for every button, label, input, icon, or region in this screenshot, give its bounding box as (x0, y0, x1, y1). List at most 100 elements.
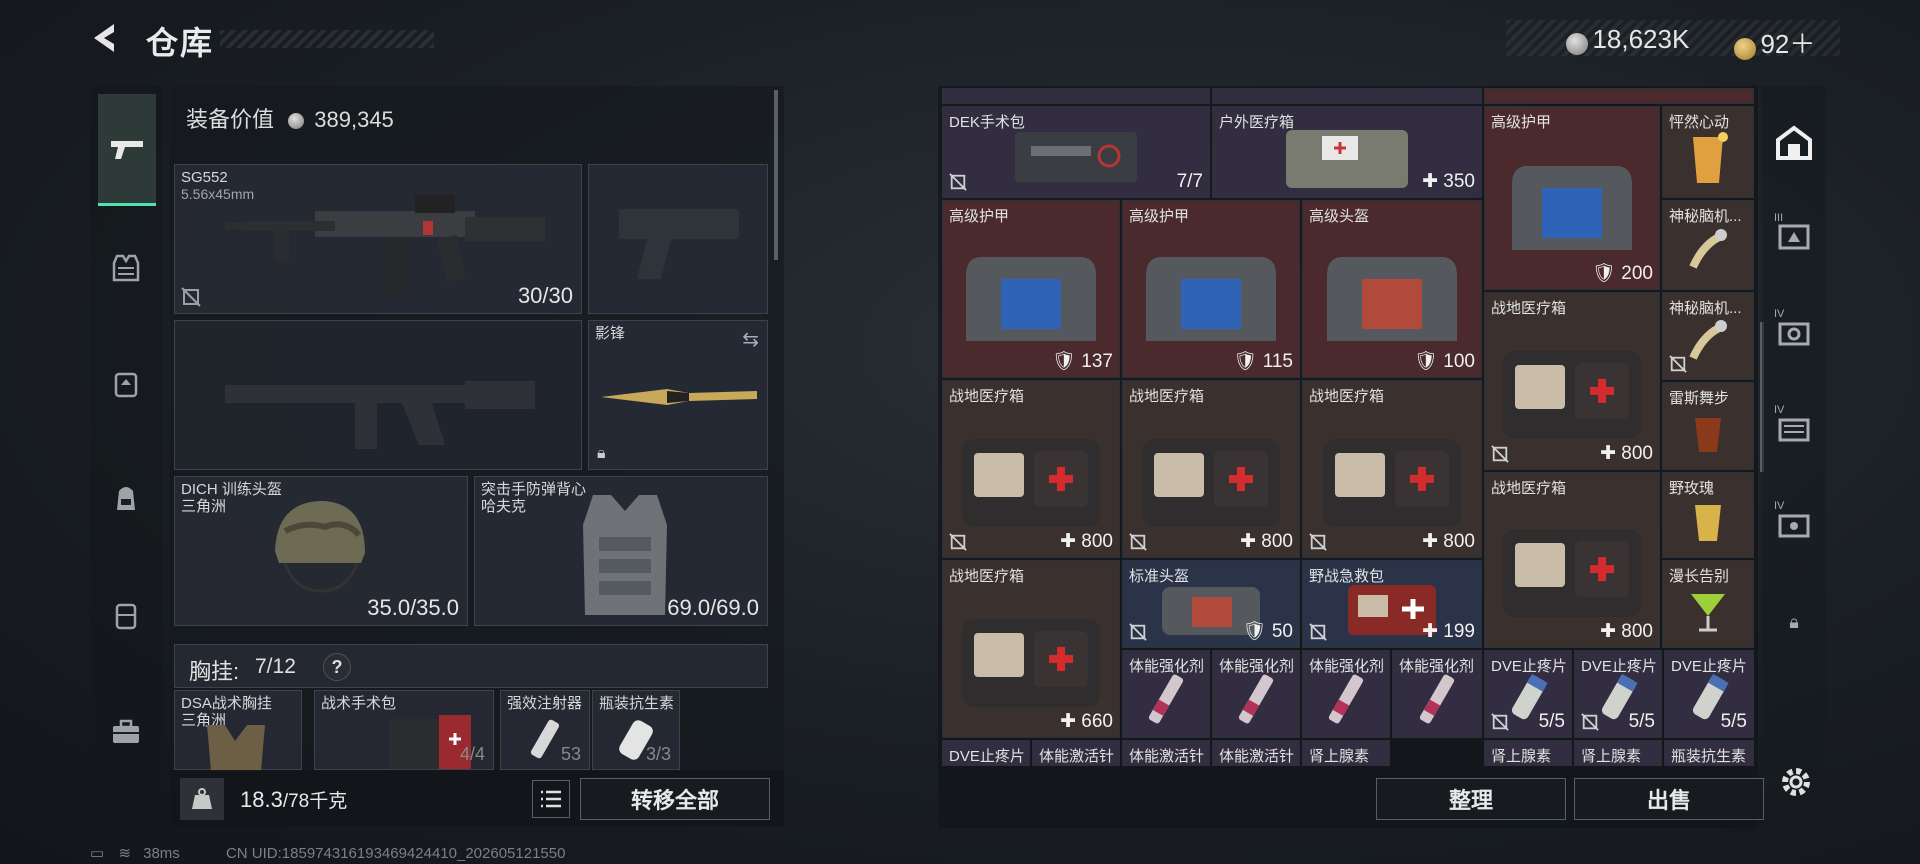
swap-icon[interactable]: ⇆ (742, 327, 759, 352)
storage-item[interactable]: 体能强化剂 (1302, 650, 1390, 738)
nav-armor[interactable] (98, 356, 154, 412)
armor-bag-image (1146, 256, 1276, 341)
slot-melee[interactable]: 影锋 ⇆ 🔒︎ (588, 320, 768, 470)
settings-icon[interactable] (1776, 762, 1816, 802)
storage-item[interactable]: 神秘脑机... (1662, 292, 1754, 380)
storage-item[interactable]: 瓶装抗生素 (1664, 740, 1754, 766)
storage-item[interactable]: 战地医疗箱 ✚ 800 (1484, 292, 1660, 470)
storage-item[interactable]: 体能强化剂 (1392, 650, 1482, 738)
storage-item[interactable]: DVE止疼片 5/5 (1574, 650, 1662, 738)
pistol-silhouette (619, 209, 739, 279)
uid-text: CN UID:18597431619346942441​0_2026051215… (225, 845, 566, 862)
storage-item[interactable]: 肾上腺素 (1484, 740, 1572, 766)
storage-item[interactable]: DEK手术包 7/7 (942, 106, 1210, 198)
item-value: 50 (1271, 621, 1293, 642)
loadout-scrollbar[interactable] (774, 90, 778, 260)
case-iv-3-icon[interactable]: IV (1774, 500, 1814, 544)
armor-bag-image (1512, 165, 1632, 250)
nav-toolbox[interactable] (98, 704, 154, 760)
item-label: 高级护甲 (949, 208, 1010, 225)
status-bar: ▭ ≋ 38ms CN UID:18597431619346942441​0_2… (90, 844, 565, 862)
storage-item[interactable]: 野战急救包 ✚ 199 (1302, 560, 1482, 648)
chest-item-surgery-kit[interactable]: 战术手术包 4/4 (314, 690, 494, 770)
title-decoration (220, 30, 434, 48)
silver-amount: 18,623K (1592, 24, 1690, 54)
storage-item[interactable]: 野玫瑰 (1662, 472, 1754, 558)
slot-secondary-weapon[interactable] (174, 320, 582, 470)
item-label: 瓶装抗生素 (1671, 748, 1747, 765)
storage-item[interactable]: DVE止疼片 (942, 740, 1030, 766)
storage-item[interactable]: 标准头盔 🛡︎ 50 (1122, 560, 1300, 648)
storage-item[interactable]: 高级护甲 🛡︎ 115 (1122, 200, 1300, 378)
storage-item[interactable]: 体能激活针 (1122, 740, 1210, 766)
nav-backpack[interactable] (98, 470, 154, 526)
chest-item-injector[interactable]: 强效注射器 53 (500, 690, 590, 770)
storage-item[interactable]: 战地医疗箱 ✚ 660 (942, 560, 1120, 738)
storage-cell-partial[interactable] (1484, 88, 1754, 104)
storage-item[interactable]: 体能强化剂 (1212, 650, 1300, 738)
item-value: 137 (1081, 351, 1113, 372)
storage-item[interactable]: 高级头盔 🛡︎ 100 (1302, 200, 1482, 378)
chest-item-name: 战术手术包 (321, 695, 397, 712)
chest-item-rig[interactable]: DSA战术胸挂 三角洲 (174, 690, 302, 771)
storage-item[interactable]: 户外医疗箱 ✚ 350 (1212, 106, 1482, 198)
storage-item[interactable]: DVE止疼片 5/5 (1664, 650, 1754, 738)
item-label: 肾上腺素 (1491, 748, 1552, 765)
nav-vest[interactable] (98, 240, 154, 296)
storage-item[interactable]: 雷斯舞步 (1662, 382, 1754, 470)
case-iv-2-icon[interactable]: IV (1774, 404, 1814, 448)
wifi-icon: ≋ (118, 845, 131, 862)
storage-item[interactable]: 高级护甲 🛡︎ 200 (1484, 106, 1660, 290)
equipment-value-label: 装备价值 (186, 107, 275, 132)
storage-cell-partial[interactable] (1212, 88, 1482, 104)
storage-item[interactable]: 战地医疗箱 ✚ 800 (1484, 472, 1660, 648)
item-label: 战地医疗箱 (1491, 300, 1567, 317)
item-value: 350 (1443, 171, 1475, 192)
slot-pistol[interactable] (588, 164, 768, 314)
storage-cell-partial[interactable] (942, 88, 1210, 104)
lock-icon: 🔒︎ (1789, 611, 1799, 632)
chest-rig-header: 胸挂: 7/12 ? (174, 644, 768, 688)
no-sale-icon (1309, 623, 1327, 641)
case-iv-icon[interactable]: IV (1774, 308, 1814, 352)
slot-helmet[interactable]: DICH 训练头盔 三角洲 35.0/35.0 (174, 476, 468, 626)
no-sale-icon (1129, 623, 1147, 641)
no-sale-icon (1491, 713, 1509, 731)
sell-button[interactable]: 出售 (1574, 778, 1764, 820)
gold-coin-icon (1734, 37, 1756, 60)
slot-armor[interactable]: 突击手防弹背心 哈夫克 69.0/69.0 (474, 476, 768, 626)
slot-primary-weapon[interactable]: SG552 5.56x45mm 30/30 (174, 164, 582, 314)
item-label: 高级头盔 (1309, 208, 1370, 225)
storage-item[interactable]: 高级护甲 🛡︎ 137 (942, 200, 1120, 378)
currency-gold[interactable]: 92＋ (1734, 24, 1815, 61)
item-label: 战地医疗箱 (949, 568, 1025, 585)
storage-item[interactable]: 体能激活针 (1032, 740, 1120, 766)
case-iii-icon[interactable]: III (1774, 212, 1814, 256)
nav-case[interactable] (98, 588, 154, 644)
storage-item[interactable]: 肾上腺素 (1302, 740, 1390, 766)
storage-item[interactable]: DVE止疼片 5/5 (1484, 650, 1572, 738)
heal-plus-icon: ✚ (1240, 531, 1262, 552)
list-view-button[interactable] (532, 780, 570, 818)
storage-icon[interactable] (1774, 122, 1814, 162)
storage-item[interactable]: 体能激活针 (1212, 740, 1300, 766)
chest-rig-label: 胸挂: (189, 659, 240, 684)
storage-item[interactable]: 战地医疗箱 ✚ 800 (1302, 380, 1482, 558)
tidy-button[interactable]: 整理 (1376, 778, 1566, 820)
storage-item[interactable]: 战地医疗箱 ✚ 800 (1122, 380, 1300, 558)
storage-item[interactable]: 怦然心动 (1662, 106, 1754, 198)
storage-item[interactable]: 漫长告别 (1662, 560, 1754, 648)
nav-weapons[interactable] (98, 94, 156, 206)
storage-item[interactable]: 体能强化剂 (1122, 650, 1210, 738)
storage-item[interactable]: 肾上腺素 (1574, 740, 1662, 766)
transfer-all-button[interactable]: 转移全部 (580, 778, 770, 820)
back-arrow-icon[interactable] (88, 20, 124, 56)
heal-plus-icon: ✚ (1422, 171, 1444, 192)
storage-item[interactable]: 战地医疗箱 ✚ 800 (942, 380, 1120, 558)
storage-item[interactable]: 神秘脑机... (1662, 200, 1754, 290)
chest-item-antibiotics[interactable]: 瓶装抗生素 3/3 (592, 690, 680, 770)
chest-item-value: 53 (560, 744, 581, 764)
help-icon[interactable]: ? (323, 653, 351, 681)
chest-item-count: 3/3 (645, 744, 671, 764)
item-label: 神秘脑机... (1669, 208, 1742, 225)
